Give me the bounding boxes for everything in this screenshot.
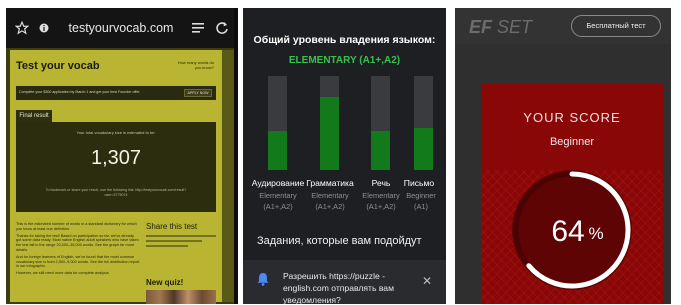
reader-mode-icon[interactable] xyxy=(190,20,206,36)
score-card: 64% YOUR SCORE Beginner xyxy=(481,84,663,304)
bell-icon xyxy=(257,272,269,291)
skill-level-writing: Beginner (A1) xyxy=(399,190,443,212)
skill-level: Elementary xyxy=(362,191,400,200)
share-link-line[interactable] xyxy=(146,240,202,242)
pattern-line xyxy=(629,169,663,205)
overall-level-value: ELEMENTARY (A1+,A2) xyxy=(288,55,401,66)
skill-level-grammar: Elementary (A1+,A2) xyxy=(305,190,355,212)
score-level: Beginner xyxy=(549,136,595,148)
share-box: Share this test xyxy=(146,222,216,250)
browser-toolbar: testyourvocab.com xyxy=(6,8,238,48)
share-heading: Share this test xyxy=(146,222,198,231)
reload-icon[interactable] xyxy=(214,20,230,36)
logo-set: SET xyxy=(497,17,533,37)
logo-ef: EF xyxy=(469,17,493,37)
estimate-label: Your total vocabulary size is estimated … xyxy=(76,130,156,135)
new-quiz-heading: New quiz! xyxy=(146,278,184,287)
skill-cefr: (A1+,A2) xyxy=(366,202,396,211)
close-icon[interactable]: ✕ xyxy=(422,274,432,288)
vocab-score: 1,307 xyxy=(90,147,142,169)
skill-bar-fill xyxy=(371,130,390,170)
skill-level: Elementary xyxy=(259,191,297,200)
notification-message: Разрешить https://puzzle -english.com от… xyxy=(283,271,394,304)
skill-bar-grammar xyxy=(320,76,339,170)
result-explanation: This is the estimated number of words in… xyxy=(16,222,140,278)
address-bar-url[interactable]: testyourvocab.com xyxy=(52,21,190,35)
page-main: Test your vocab How many words do you kn… xyxy=(10,50,222,304)
body-paragraph: However, we still need more data for com… xyxy=(16,271,110,276)
header-tagline: How many words do you know? xyxy=(177,60,214,70)
tab-final-result[interactable]: Final result xyxy=(16,110,52,122)
recommended-tasks-heading: Задания, которые вам подойдут xyxy=(257,235,422,247)
panel-edge xyxy=(234,8,238,304)
body-paragraph: And for foreign learners of English, we'… xyxy=(16,254,140,269)
result-box: Your total vocabulary size is estimated … xyxy=(16,122,216,212)
puzzle-english-screen: Общий уровень владения языком: ELEMENTAR… xyxy=(243,8,446,304)
free-test-button[interactable]: Бесплатный тест xyxy=(571,15,661,37)
body-paragraph: Thanks for taking the test! Based on par… xyxy=(16,233,139,252)
quiz-photo[interactable] xyxy=(146,290,216,304)
share-link-line[interactable] xyxy=(146,245,188,247)
skill-bar-fill xyxy=(268,130,287,170)
ad-text: Complete your $300 application by March … xyxy=(19,90,141,94)
overall-level-heading: Общий уровень владения языком: xyxy=(253,34,436,46)
skill-name-grammar: Грамматика xyxy=(306,178,354,188)
skill-level: Elementary xyxy=(311,191,349,200)
star-icon[interactable] xyxy=(14,20,30,36)
testyourvocab-screen: testyourvocab.com Test your vocab How ma… xyxy=(6,8,238,304)
efset-logo[interactable]: EF SET xyxy=(469,17,532,38)
skill-bar-writing xyxy=(414,76,433,170)
pattern-line xyxy=(656,297,663,304)
page-title: Test your vocab xyxy=(16,60,100,72)
efset-header: EF SET Бесплатный тест xyxy=(455,8,671,44)
skill-bar-fill xyxy=(320,96,339,170)
skill-bar-fill xyxy=(414,127,433,170)
skill-cefr: (A1) xyxy=(414,202,428,211)
skill-level: Beginner xyxy=(406,191,436,200)
pattern-line xyxy=(481,275,509,304)
efset-screen: EF SET Бесплатный тест 64% YOUR SCORE Be… xyxy=(455,8,671,304)
pattern-line xyxy=(629,269,663,304)
skill-name-listening: Аудирование xyxy=(251,178,305,188)
skill-cefr: (A1+,A2) xyxy=(263,202,293,211)
bookmark-note: To bookmark or share your result, use th… xyxy=(45,188,187,197)
info-icon[interactable] xyxy=(36,20,52,36)
body-paragraph: This is the estimated number of words in… xyxy=(16,222,137,231)
skill-name-writing: Письмо xyxy=(403,178,435,188)
skill-level-listening: Elementary (A1+,A2) xyxy=(253,190,303,212)
pattern-line xyxy=(656,169,663,177)
skill-bar-speaking xyxy=(371,76,390,170)
pattern-line xyxy=(481,266,518,304)
ad-banner[interactable]: Complete your $300 application by March … xyxy=(16,86,216,100)
skill-cefr: (A1+,A2) xyxy=(315,202,345,211)
page-content: Test your vocab How many words do you kn… xyxy=(6,48,238,304)
pattern-line xyxy=(481,169,509,199)
score-unit: % xyxy=(588,224,603,243)
ad-apply-button[interactable]: APPLY NOW xyxy=(184,89,212,97)
share-link-line[interactable] xyxy=(146,235,216,237)
pattern-line xyxy=(481,169,518,208)
skill-bar-listening xyxy=(268,76,287,170)
notification-prompt: Разрешить https://puzzle -english.com от… xyxy=(243,260,446,304)
score-percentage: 64 xyxy=(551,215,584,248)
your-score-label: YOUR SCORE xyxy=(523,110,621,125)
